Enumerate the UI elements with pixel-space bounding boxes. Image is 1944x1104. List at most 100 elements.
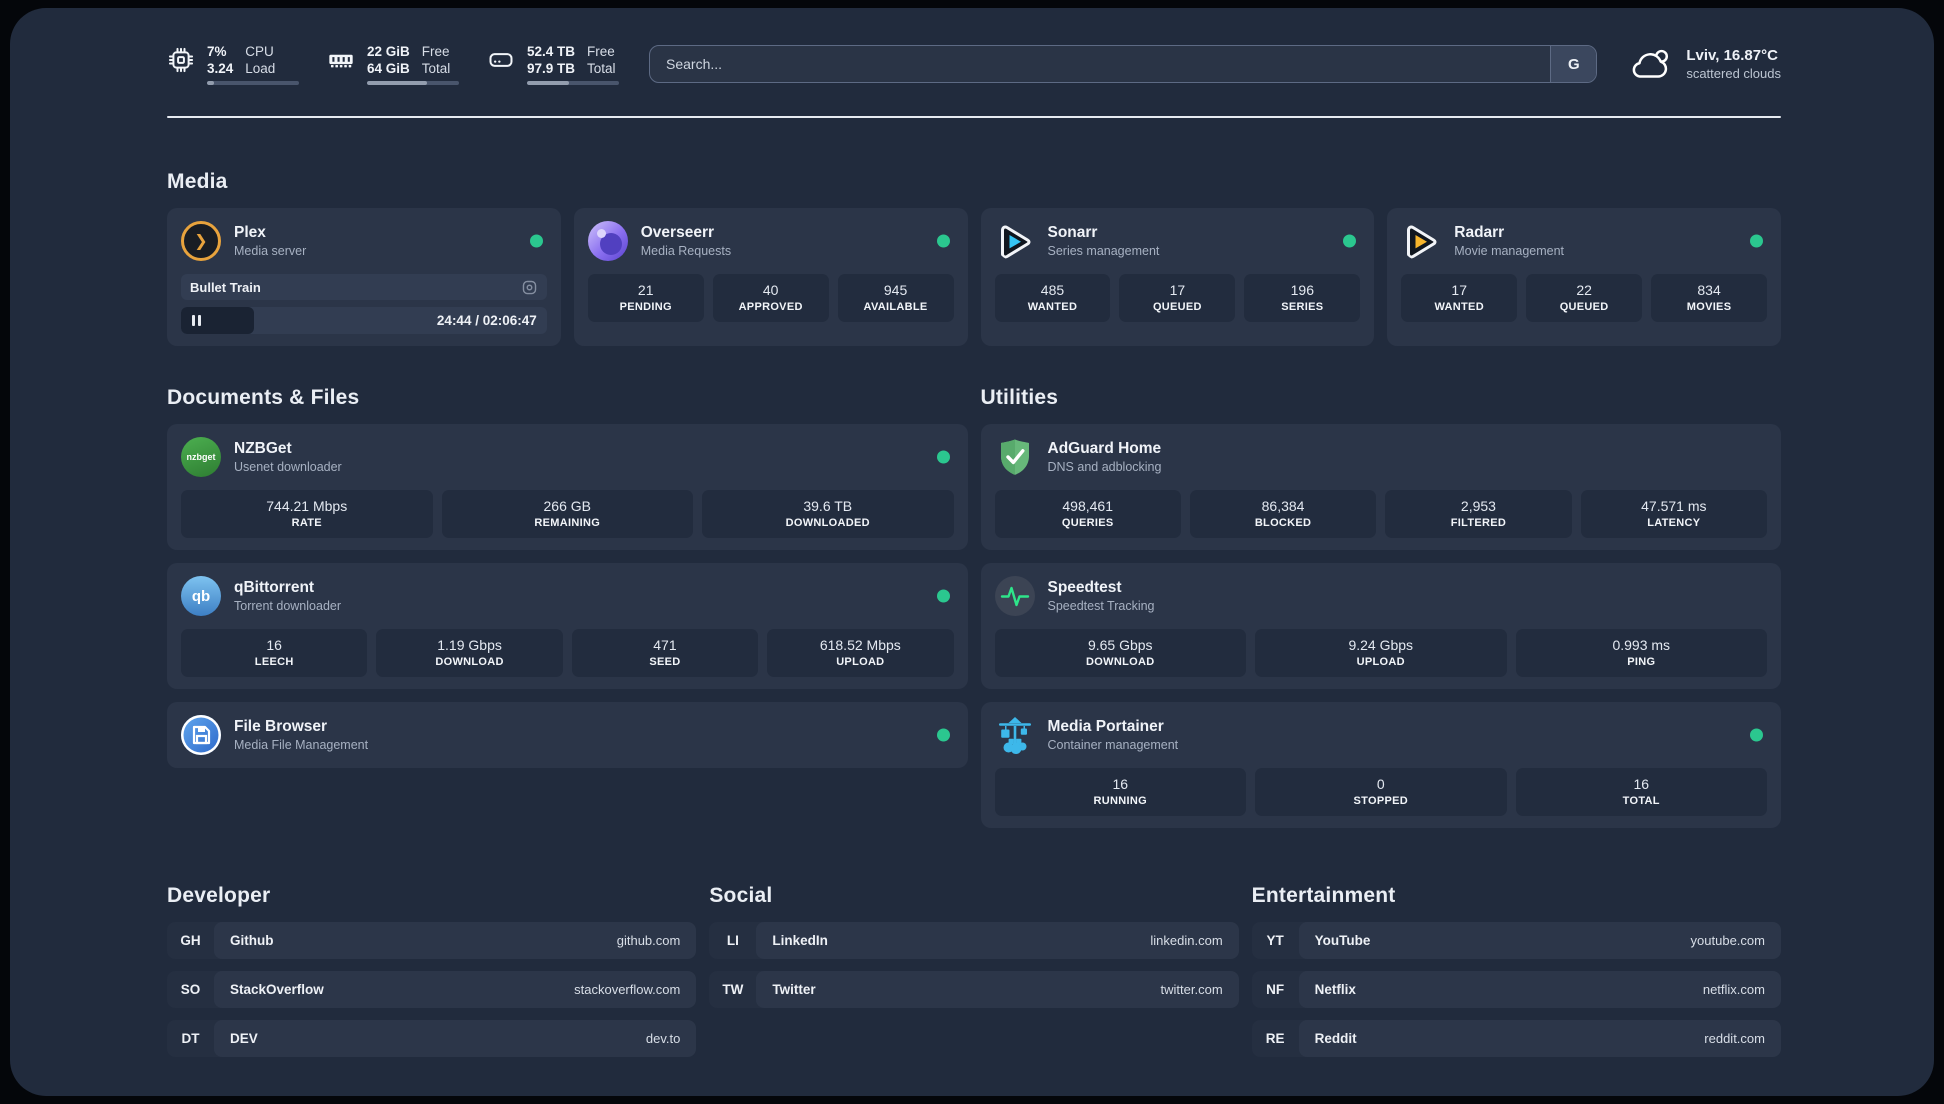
stat-download: 1.19 Gbps DOWNLOAD xyxy=(376,629,563,677)
card-title: Radarr xyxy=(1454,224,1505,241)
disk-icon xyxy=(487,46,515,74)
link-badge: DT xyxy=(181,1031,200,1046)
link-row-dev[interactable]: DT DEV dev.to xyxy=(167,1020,697,1057)
link-row-youtube[interactable]: YT YouTube youtube.com xyxy=(1251,922,1781,959)
stat-value: 9.24 Gbps xyxy=(1348,637,1414,653)
stat-value: 17 xyxy=(1451,282,1467,298)
stat-value: 40 xyxy=(762,282,779,298)
link-url: stackoverflow.com xyxy=(574,982,681,997)
link-row-netflix[interactable]: NF Netflix netflix.com xyxy=(1251,971,1781,1008)
status-dot xyxy=(936,728,950,742)
link-row-twitter[interactable]: TW Twitter twitter.com xyxy=(709,971,1239,1008)
weather-widget: Lviv, 16.87°C scattered clouds xyxy=(1627,44,1781,84)
card-qbittorrent[interactable]: qb qBittorrent Torrent downloader 16 LEE… xyxy=(167,563,968,689)
stat-approved: 40 APPROVED xyxy=(712,274,829,322)
card-plex[interactable]: ❯ Plex Media server Bullet Train 24:44 /… xyxy=(167,208,561,346)
card-speedtest[interactable]: Speedtest Speedtest Tracking 9.65 Gbps D… xyxy=(980,563,1781,689)
playback-time: 24:44 / 02:06:47 xyxy=(436,313,537,328)
stat-value: 9.65 Gbps xyxy=(1087,637,1153,653)
stat-label: DOWNLOADED xyxy=(785,517,870,529)
card-overseerr[interactable]: Overseerr Media Requests 21 PENDING 40 A… xyxy=(573,208,968,346)
card-filebrowser[interactable]: File Browser Media File Management xyxy=(167,702,968,768)
status-dot xyxy=(1750,728,1763,742)
stat-label: WANTED xyxy=(1027,301,1078,313)
stat-queued: 17 QUEUED xyxy=(1119,274,1236,322)
status-dot xyxy=(936,589,950,603)
cpu-progress-fill xyxy=(207,81,215,85)
link-url: netflix.com xyxy=(1702,982,1765,997)
stat-value: 16 xyxy=(1633,776,1650,792)
weather-location-temp: Lviv, 16.87°C xyxy=(1686,47,1778,64)
cpu-load-label: Load xyxy=(245,61,276,76)
card-title: AdGuard Home xyxy=(1047,440,1162,457)
card-title: File Browser xyxy=(234,718,328,735)
link-badge: TW xyxy=(722,982,744,997)
memory-total-label: Total xyxy=(421,61,451,76)
stat-label: APPROVED xyxy=(738,301,803,313)
card-subtitle: Container management xyxy=(1047,738,1179,752)
stat-value: 22 xyxy=(1576,282,1592,298)
adguard-logo-icon xyxy=(995,437,1035,477)
link-row-stackoverflow[interactable]: SO StackOverflow stackoverflow.com xyxy=(167,971,697,1008)
status-dot xyxy=(936,450,950,464)
section-title-developer: Developer xyxy=(167,884,271,907)
stat-label: REMAINING xyxy=(534,517,601,529)
stat-value: 17 xyxy=(1169,282,1186,298)
stat-queries: 498,461 QUERIES xyxy=(994,490,1181,538)
card-title: qBittorrent xyxy=(234,579,315,596)
card-portainer[interactable]: Media Portainer Container management 16 … xyxy=(980,702,1781,828)
disk-total-label: Total xyxy=(587,61,616,76)
memory-free-label: Free xyxy=(421,44,450,59)
stat-label: SERIES xyxy=(1281,301,1324,313)
cpu-progress-bar xyxy=(207,81,299,85)
stat-value: 39.6 TB xyxy=(803,498,853,514)
stat-value: 2,953 xyxy=(1460,498,1496,514)
status-dot xyxy=(1750,234,1763,248)
stat-leech: 16 LEECH xyxy=(181,629,368,677)
portainer-logo-icon xyxy=(995,715,1035,755)
disk-free-label: Free xyxy=(587,44,615,59)
link-url: dev.to xyxy=(645,1031,681,1046)
link-row-github[interactable]: GH Github github.com xyxy=(167,922,697,959)
memory-metric: 22 GiB 64 GiB Free Total xyxy=(327,43,459,85)
memory-total-value: 64 GiB xyxy=(367,61,410,76)
section-title-utilities: Utilities xyxy=(980,386,1059,409)
card-sonarr[interactable]: Sonarr Series management 485 WANTED 17 Q… xyxy=(980,208,1375,346)
now-playing-title: Bullet Train xyxy=(190,279,261,295)
link-name: Twitter xyxy=(772,982,816,997)
speedtest-logo-icon xyxy=(994,576,1035,616)
stat-label: LATENCY xyxy=(1647,517,1701,529)
card-subtitle: Series management xyxy=(1047,244,1160,258)
stat-value: 0.993 ms xyxy=(1612,637,1671,653)
stat-value: 16 xyxy=(266,637,282,653)
card-nzbget[interactable]: nzbget NZBGet Usenet downloader 744.21 M… xyxy=(167,424,968,550)
stat-label: SEED xyxy=(649,656,681,668)
card-subtitle: Torrent downloader xyxy=(234,599,342,613)
link-url: linkedin.com xyxy=(1150,933,1223,948)
memory-progress-fill xyxy=(367,81,427,85)
link-url: twitter.com xyxy=(1160,982,1223,997)
card-radarr[interactable]: Radarr Movie management 17 WANTED 22 QUE… xyxy=(1387,208,1781,346)
stat-download: 9.65 Gbps DOWNLOAD xyxy=(994,629,1246,677)
stat-value: 498,461 xyxy=(1062,498,1113,514)
stat-pending: 21 PENDING xyxy=(587,274,704,322)
memory-icon xyxy=(327,46,355,74)
search-engine-button[interactable]: G xyxy=(1550,46,1597,82)
cpu-icon xyxy=(167,46,195,74)
stat-downloaded: 39.6 TB DOWNLOADED xyxy=(702,490,954,538)
stat-value: 618.52 Mbps xyxy=(819,637,901,653)
stat-stopped: 0 STOPPED xyxy=(1255,768,1507,816)
stat-label: STOPPED xyxy=(1353,795,1408,807)
link-row-reddit[interactable]: RE Reddit reddit.com xyxy=(1251,1020,1781,1057)
plex-logo-icon: ❯ xyxy=(181,221,221,261)
card-adguard[interactable]: AdGuard Home DNS and adblocking 498,461 … xyxy=(980,424,1781,550)
stat-label: QUEUED xyxy=(1559,301,1609,313)
stat-label: MOVIES xyxy=(1686,301,1732,313)
stat-remaining: 266 GB REMAINING xyxy=(441,490,693,538)
section-developer: Developer GH Github github.com SO StackO… xyxy=(167,884,697,1057)
stat-label: BLOCKED xyxy=(1254,517,1312,529)
stat-value: 945 xyxy=(883,282,908,298)
section-entertainment: Entertainment YT YouTube youtube.com NF … xyxy=(1251,884,1781,1057)
link-row-linkedin[interactable]: LI LinkedIn linkedin.com xyxy=(709,922,1239,959)
search-input[interactable] xyxy=(650,46,1551,82)
